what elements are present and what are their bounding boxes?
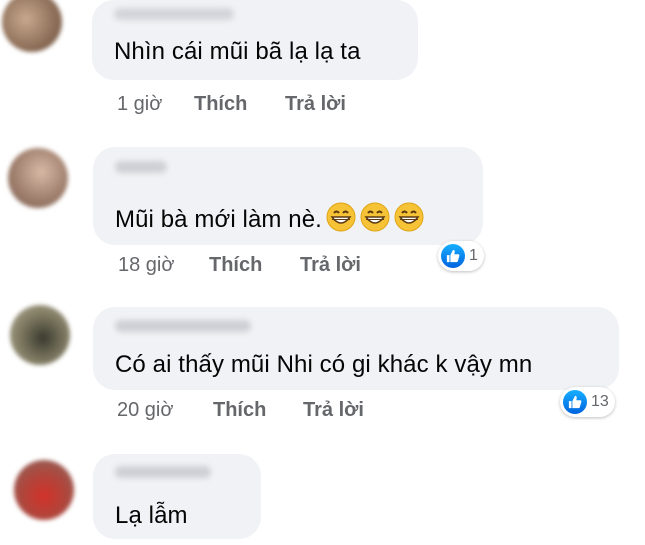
- avatar[interactable]: [10, 305, 70, 365]
- commenter-name-blurred[interactable]: [115, 466, 211, 478]
- comment-text-content: Mũi bà mới làm nè.: [115, 205, 322, 233]
- commenter-name-blurred[interactable]: [115, 161, 167, 173]
- comment-actions: 20 giờ Thích Trả lời: [0, 399, 645, 423]
- comment-text: Nhìn cái mũi bã lạ lạ ta: [114, 38, 361, 65]
- comment-time[interactable]: 1 giờ: [117, 93, 162, 116]
- comment-bubble: Có ai thấy mũi Nhi có gi khác k vậy mn: [93, 307, 619, 390]
- comment-text: Mũi bà mới làm nè.: [115, 202, 424, 239]
- like-button[interactable]: Thích: [194, 93, 247, 116]
- comment-time[interactable]: 20 giờ: [117, 399, 173, 422]
- comment-bubble: Mũi bà mới làm nè.: [93, 147, 483, 245]
- comment-time[interactable]: 18 giờ: [118, 254, 174, 277]
- grinning-face-icon: [394, 202, 424, 239]
- avatar[interactable]: [2, 0, 62, 52]
- comment-text: Có ai thấy mũi Nhi có gi khác k vậy mn: [115, 351, 533, 378]
- grinning-face-icon: [326, 202, 356, 239]
- comment-text: Lạ lẫm: [115, 502, 188, 529]
- avatar[interactable]: [8, 148, 68, 208]
- reply-button[interactable]: Trả lời: [285, 93, 346, 116]
- reply-button[interactable]: Trả lời: [300, 254, 361, 277]
- comment-bubble: Nhìn cái mũi bã lạ lạ ta: [92, 0, 418, 80]
- comment-bubble: Lạ lẫm: [93, 454, 261, 539]
- grinning-face-icon: [360, 202, 390, 239]
- comment-actions: 1 giờ Thích Trả lời: [0, 93, 645, 117]
- comment-actions: 18 giờ Thích Trả lời: [0, 254, 645, 278]
- avatar[interactable]: [14, 460, 74, 520]
- commenter-name-blurred[interactable]: [115, 320, 251, 332]
- commenter-name-blurred[interactable]: [114, 8, 234, 20]
- reply-button[interactable]: Trả lời: [303, 399, 364, 422]
- like-button[interactable]: Thích: [213, 399, 266, 422]
- like-button[interactable]: Thích: [209, 254, 262, 277]
